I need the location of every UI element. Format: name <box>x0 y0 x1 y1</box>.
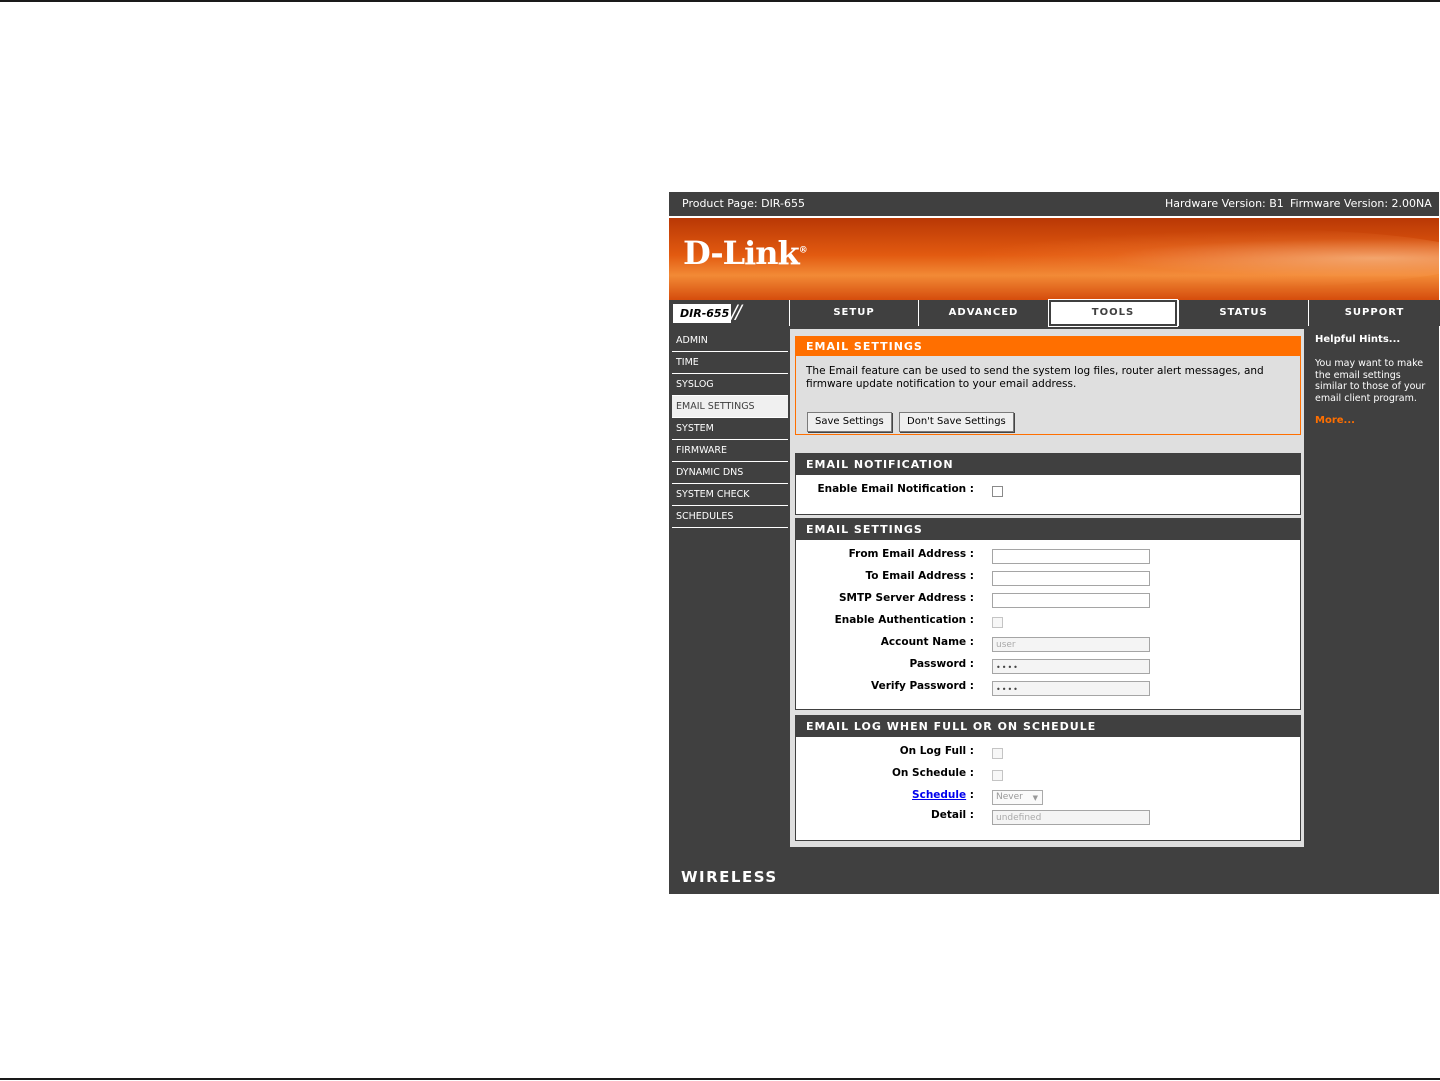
form-row: On Schedule : <box>796 767 1300 787</box>
email-notification-section: EMAIL NOTIFICATION Enable Email Notifica… <box>795 453 1301 515</box>
enable-notification-checkbox[interactable] <box>992 486 1003 497</box>
verify-password-label: Verify Password : <box>871 680 974 692</box>
main-content: EMAIL SETTINGS The Email feature can be … <box>790 329 1304 847</box>
to-email-input[interactable] <box>992 571 1150 586</box>
schedule-select[interactable]: Never ▼ <box>992 790 1043 805</box>
sidebar-item-time[interactable]: TIME <box>672 352 788 374</box>
from-email-label: From Email Address : <box>848 548 974 560</box>
from-email-input[interactable] <box>992 549 1150 564</box>
sidebar-item-firmware[interactable]: FIRMWARE <box>672 440 788 462</box>
smtp-server-label: SMTP Server Address : <box>839 592 974 604</box>
sidebar-item-email-settings[interactable]: EMAIL SETTINGS <box>672 396 788 418</box>
bottom-rule <box>0 1078 1440 1080</box>
model-slashes: // <box>731 301 742 323</box>
tab-setup[interactable]: SETUP <box>789 300 918 326</box>
product-page-text: Product Page: DIR-655 <box>682 197 805 210</box>
account-name-label: Account Name : <box>880 636 974 648</box>
on-log-full-label: On Log Full : <box>899 745 974 757</box>
tab-status[interactable]: STATUS <box>1178 300 1308 326</box>
detail-input[interactable]: undefined <box>992 810 1150 825</box>
form-row: Detail : undefined <box>796 809 1300 829</box>
sidebar-item-dynamic-dns[interactable]: DYNAMIC DNS <box>672 462 788 484</box>
banner-swoosh <box>959 228 1439 288</box>
on-schedule-label: On Schedule : <box>891 767 974 779</box>
intro-panel: EMAIL SETTINGS The Email feature can be … <box>795 336 1301 435</box>
smtp-server-input[interactable] <box>992 593 1150 608</box>
dlink-logo: D-Link® <box>683 234 808 272</box>
info-bar: Product Page: DIR-655 Hardware Version: … <box>669 192 1439 216</box>
hints-title: Helpful Hints... <box>1315 334 1401 345</box>
enable-auth-label: Enable Authentication : <box>834 614 974 626</box>
form-row: Verify Password : •••• <box>796 680 1300 700</box>
hints-text: You may want to make the email settings … <box>1315 358 1426 404</box>
form-row: Schedule : Never ▼ <box>796 789 1300 809</box>
firmware-version-text: Firmware Version: 2.00NA <box>1290 197 1432 210</box>
sidebar-menu: ADMIN TIME SYSLOG EMAIL SETTINGS SYSTEM … <box>672 330 788 528</box>
form-row: Password : •••• <box>796 658 1300 678</box>
form-row: Enable Email Notification : <box>796 483 1300 503</box>
brand-banner: D-Link® <box>669 216 1439 302</box>
model-badge: DIR-655 // <box>669 300 789 326</box>
wireless-footer-logo: WIRELESS <box>681 868 778 886</box>
hardware-version-text: Hardware Version: B1 <box>1165 197 1284 210</box>
enable-auth-checkbox[interactable] <box>992 617 1003 628</box>
section-title: EMAIL NOTIFICATION <box>796 454 1300 475</box>
password-input[interactable]: •••• <box>992 659 1150 674</box>
on-schedule-checkbox[interactable] <box>992 770 1003 781</box>
sidebar-item-admin[interactable]: ADMIN <box>672 330 788 352</box>
on-log-full-checkbox[interactable] <box>992 748 1003 759</box>
section-title: EMAIL LOG WHEN FULL OR ON SCHEDULE <box>796 716 1300 737</box>
dont-save-settings-button[interactable]: Don't Save Settings <box>899 412 1014 432</box>
form-row: Account Name : user <box>796 636 1300 656</box>
sidebar-item-schedules[interactable]: SCHEDULES <box>672 506 788 528</box>
detail-label: Detail : <box>931 809 974 821</box>
enable-notification-label: Enable Email Notification : <box>817 483 974 495</box>
sidebar-item-syslog[interactable]: SYSLOG <box>672 374 788 396</box>
section-title: EMAIL SETTINGS <box>796 519 1300 540</box>
sidebar-item-system[interactable]: SYSTEM <box>672 418 788 440</box>
schedule-link[interactable]: Schedule <box>912 789 966 801</box>
model-name: DIR-655 <box>672 303 732 324</box>
form-row: From Email Address : <box>796 548 1300 568</box>
helpful-hints-panel: Helpful Hints... You may want to make th… <box>1309 329 1439 849</box>
account-name-input[interactable]: user <box>992 637 1150 652</box>
top-rule <box>0 0 1440 2</box>
intro-description: The Email feature can be used to send th… <box>806 365 1264 390</box>
intro-title: EMAIL SETTINGS <box>796 337 1300 356</box>
chevron-down-icon: ▼ <box>1032 794 1038 802</box>
main-nav: DIR-655 // SETUP ADVANCED TOOLS STATUS S… <box>669 299 1440 327</box>
hints-more-link[interactable]: More... <box>1315 415 1355 426</box>
email-log-section: EMAIL LOG WHEN FULL OR ON SCHEDULE On Lo… <box>795 715 1301 841</box>
save-settings-button[interactable]: Save Settings <box>807 412 892 432</box>
schedule-label: Schedule : <box>912 789 974 801</box>
to-email-label: To Email Address : <box>865 570 974 582</box>
form-row: On Log Full : <box>796 745 1300 765</box>
password-label: Password : <box>909 658 974 670</box>
form-row: Enable Authentication : <box>796 614 1300 634</box>
router-admin-page: Product Page: DIR-655 Hardware Version: … <box>669 192 1440 894</box>
verify-password-input[interactable]: •••• <box>992 681 1150 696</box>
tab-support[interactable]: SUPPORT <box>1308 300 1440 326</box>
form-row: To Email Address : <box>796 570 1300 590</box>
email-settings-section: EMAIL SETTINGS From Email Address : To E… <box>795 518 1301 710</box>
tab-tools[interactable]: TOOLS <box>1048 299 1178 327</box>
tab-advanced[interactable]: ADVANCED <box>918 300 1048 326</box>
sidebar-item-system-check[interactable]: SYSTEM CHECK <box>672 484 788 506</box>
form-row: SMTP Server Address : <box>796 592 1300 612</box>
